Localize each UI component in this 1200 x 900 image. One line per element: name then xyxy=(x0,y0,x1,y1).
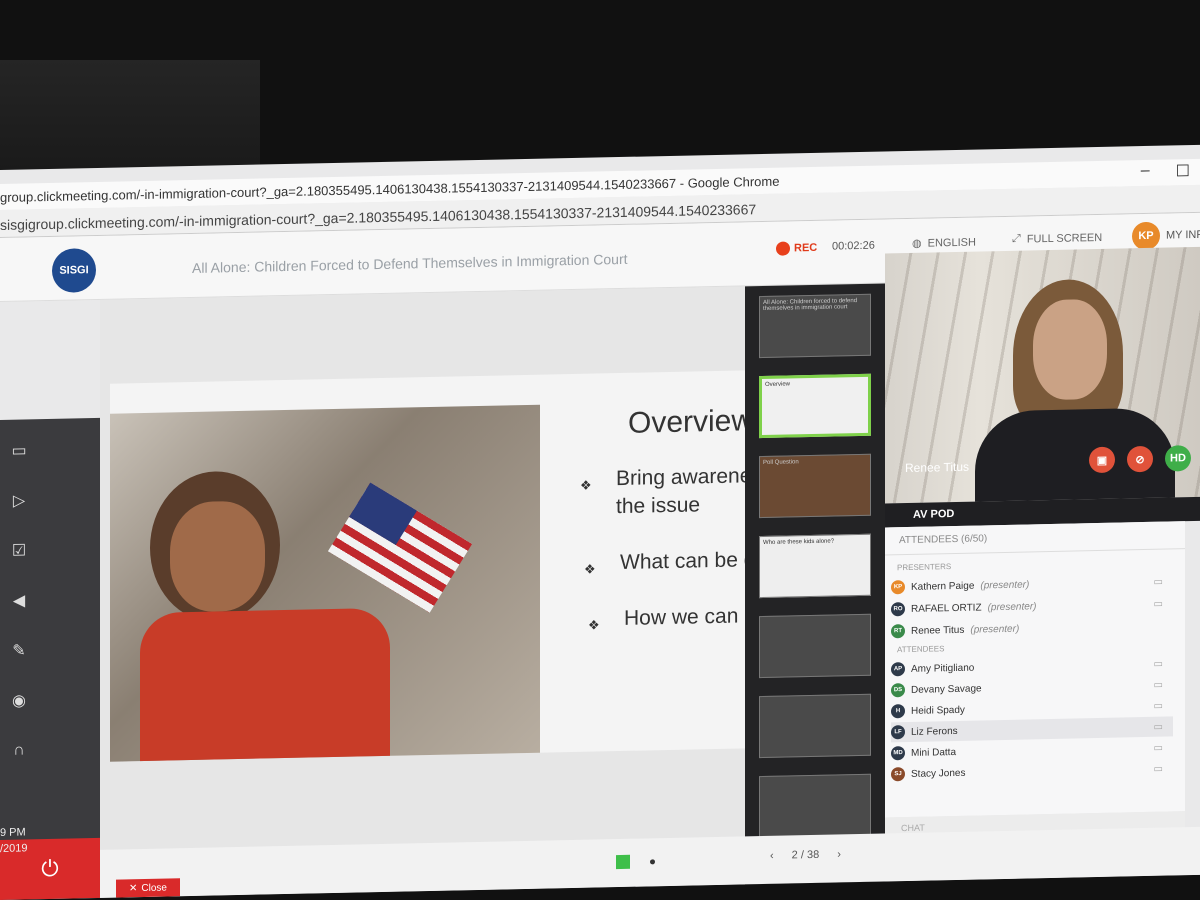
child-face xyxy=(170,500,265,613)
avatar: H xyxy=(891,704,905,719)
presenter-video: Renee Titus ▣ ⊘ HD xyxy=(885,246,1200,504)
attendee-name: Mini Datta xyxy=(911,746,957,759)
bullet-icon: ❖ xyxy=(588,617,600,633)
thumbnail[interactable] xyxy=(759,613,871,679)
attendees-panel: ATTENDEES (6/50) PRESENTERS KP Kathern P… xyxy=(885,521,1185,818)
us-flag xyxy=(327,482,473,613)
close-button[interactable]: ✕ Close xyxy=(116,878,180,898)
screen-icon[interactable]: ▭ xyxy=(1154,700,1163,711)
presenters-section-label: PRESENTERS xyxy=(897,562,952,573)
color-picker[interactable] xyxy=(616,854,630,870)
chat-label: CHAT xyxy=(901,822,925,834)
screen: group.clickmeeting.com/-in-immigration-c… xyxy=(0,144,1200,900)
presenter-name: Renee Titus xyxy=(905,459,970,476)
user-initials: KP xyxy=(1138,229,1154,243)
clock-date: /2019 xyxy=(0,842,28,855)
close-icon: ✕ xyxy=(129,882,138,894)
attendee-role: (presenter) xyxy=(980,578,1030,591)
event-title: All Alone: Children Forced to Defend The… xyxy=(192,250,628,276)
bullet-icon: ❖ xyxy=(584,561,596,577)
record-icon xyxy=(776,241,790,256)
presentation-icon[interactable]: ▭ xyxy=(8,439,30,461)
session-timer: 00:02:26 xyxy=(832,239,875,253)
prev-slide-icon[interactable]: ‹ xyxy=(770,850,774,862)
screen-icon[interactable]: ▭ xyxy=(1154,576,1163,587)
attendees-count: ATTENDEES (6/50) xyxy=(899,533,988,547)
attendee-name: Liz Ferons xyxy=(911,725,958,738)
attendees-section-label: ATTENDEES xyxy=(897,644,945,655)
attendee-name: Heidi Spady xyxy=(911,704,965,717)
attendee-name: Stacy Jones xyxy=(911,767,966,780)
attendee-name: RAFAEL ORTIZ xyxy=(911,601,982,615)
next-slide-icon[interactable]: › xyxy=(837,848,841,860)
slide-title: Overview xyxy=(628,404,754,440)
presenter-face xyxy=(1033,298,1107,401)
slide-pager: ‹ 2 / 38 › xyxy=(770,848,841,861)
megaphone-icon[interactable]: ◀ xyxy=(8,589,30,611)
slide-thumbnails: All Alone: Children forced to defend the… xyxy=(745,283,885,887)
attendee-name: Kathern Paige xyxy=(911,580,975,593)
avatar: RO xyxy=(891,602,905,617)
attendee-name: Amy Pitigliano xyxy=(911,662,975,675)
screen-icon[interactable]: ▭ xyxy=(1154,679,1163,690)
brush-size[interactable] xyxy=(650,859,655,865)
avatar: SJ xyxy=(891,767,905,782)
sisgi-logo: SISGI xyxy=(52,247,96,293)
fullscreen-button[interactable]: ⤢ FULL SCREEN xyxy=(1012,231,1102,246)
avatar: RT xyxy=(891,624,905,639)
avatar: LF xyxy=(891,725,905,740)
user-avatar[interactable]: KP xyxy=(1132,221,1160,251)
fullscreen-label: FULL SCREEN xyxy=(1026,231,1103,245)
slide-photo xyxy=(110,404,540,762)
avatar: MD xyxy=(891,746,905,761)
language-label: ENGLISH xyxy=(927,236,976,250)
language-selector[interactable]: ◍ ENGLISH xyxy=(912,236,976,250)
record-button[interactable]: REC xyxy=(776,241,817,256)
maximize-icon[interactable]: ☐ xyxy=(1176,161,1190,181)
close-label: Close xyxy=(141,882,167,894)
avatar: DS xyxy=(891,683,905,698)
my-info-link[interactable]: MY INF xyxy=(1166,229,1200,242)
poll-icon[interactable]: ☑ xyxy=(8,539,30,561)
screen-icon[interactable]: ▭ xyxy=(1154,721,1163,732)
hd-label: HD xyxy=(1170,452,1186,465)
slide: Overview ❖ Bring awareness to the issue … xyxy=(110,368,845,762)
child-coat xyxy=(140,607,390,762)
attendee-role: (presenter) xyxy=(987,600,1037,613)
attendee-name: Devany Savage xyxy=(911,682,982,696)
minimize-icon[interactable]: – xyxy=(1141,162,1150,182)
clock-time: 9 PM xyxy=(0,826,26,839)
thumbnail[interactable] xyxy=(759,693,871,759)
avatar: KP xyxy=(891,580,905,595)
thumbnail[interactable]: Poll Question xyxy=(759,453,871,519)
taskbar-clock: 9 PM /2019 xyxy=(0,824,28,857)
thumbnail[interactable]: All Alone: Children forced to defend the… xyxy=(759,293,871,359)
bullet-icon: ❖ xyxy=(580,477,592,493)
screen-icon[interactable]: ▭ xyxy=(1154,598,1163,609)
thumbnail[interactable]: Who are these kids alone? xyxy=(759,533,871,599)
page-indicator: 2 / 38 xyxy=(791,848,820,862)
screen-icon[interactable]: ▭ xyxy=(1154,742,1163,753)
flag-canton xyxy=(349,482,417,546)
attendee-role: (presenter) xyxy=(970,623,1020,636)
presentation-stage: Overview ❖ Bring awareness to the issue … xyxy=(100,286,845,850)
expand-icon: ⤢ xyxy=(1012,232,1021,245)
rec-label: REC xyxy=(794,241,818,255)
broadcast-icon[interactable]: ◉ xyxy=(8,689,30,711)
attendees-header[interactable]: ATTENDEES (6/50) xyxy=(885,521,1185,556)
thumbnail[interactable] xyxy=(759,773,871,839)
logo-text: SISGI xyxy=(59,264,89,277)
headphones-icon[interactable]: ∩ xyxy=(8,739,30,761)
whiteboard-icon[interactable]: ✎ xyxy=(8,639,30,661)
presenter-row[interactable]: RT Renee Titus (presenter) xyxy=(891,615,1173,641)
screen-icon[interactable]: ▭ xyxy=(1154,658,1163,669)
globe-icon: ◍ xyxy=(912,237,922,250)
thumbnail-active[interactable]: Overview xyxy=(759,373,871,439)
video-icon[interactable]: ▷ xyxy=(8,489,30,511)
screen-icon[interactable]: ▭ xyxy=(1154,763,1163,774)
av-pod-label: AV POD xyxy=(913,508,955,521)
window-controls: – ☐ xyxy=(1141,161,1190,182)
attendee-name: Renee Titus xyxy=(911,624,965,637)
avatar: AP xyxy=(891,662,905,677)
